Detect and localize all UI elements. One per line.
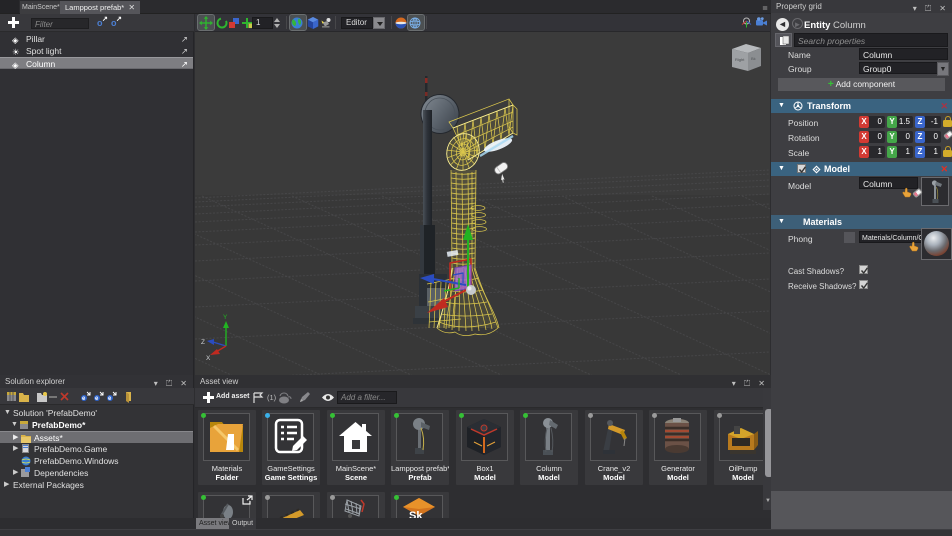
svg-text:Sk: Sk xyxy=(409,510,423,518)
svg-text:Z: Z xyxy=(201,339,205,346)
svg-text:Right: Right xyxy=(735,57,745,62)
svg-text:Bk: Bk xyxy=(751,56,756,61)
svg-text:Y: Y xyxy=(223,314,228,321)
svg-text:X: X xyxy=(206,355,211,362)
